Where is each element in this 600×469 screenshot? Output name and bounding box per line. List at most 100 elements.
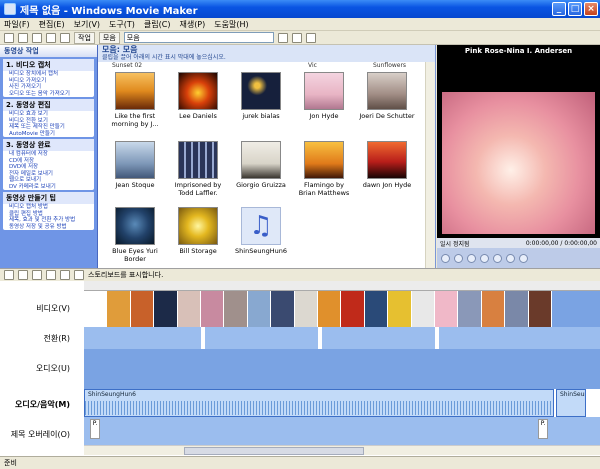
playback-time: 0:00:00,00 / 0:00:00,00 [525,239,597,247]
video-clip[interactable] [294,291,318,327]
collection-item[interactable]: Blue Eyes Yuri Border [106,207,164,263]
task-section-edit: 2. 동영상 편집 비디오 효과 보기 비디오 전환 보기 제목 또는 제작진 … [3,99,94,137]
toolbar: 작업 모음 모음 [0,31,600,45]
transition-marker[interactable] [318,327,322,349]
collection-item[interactable]: Bill Storage [169,207,227,255]
new-project-icon[interactable] [4,32,14,43]
collection-item[interactable]: dawn Jon Hyde [358,141,416,189]
collection-item[interactable]: jurek bialas [232,72,290,120]
menu-file[interactable]: 파일(F) [4,19,30,30]
task-section-title[interactable]: 3. 동영상 완료 [3,139,94,151]
video-clip[interactable] [364,291,389,327]
views-icon[interactable] [305,32,316,43]
menu-help[interactable]: 도움말(H) [214,19,248,30]
task-link[interactable]: 동영상 저장 및 공유 방법 [3,224,94,231]
title-clip[interactable]: P. [90,419,100,439]
video-clip[interactable] [271,291,295,327]
transition-track[interactable] [84,327,600,349]
snapshot-icon[interactable] [519,253,528,263]
audio-clip[interactable]: ShinSeungHun6 [84,389,554,417]
time-ruler[interactable] [84,281,600,291]
collections-button[interactable]: 모음 [98,31,120,44]
video-clip[interactable] [154,291,178,327]
tasks-button[interactable]: 작업 [74,31,95,44]
video-track[interactable] [84,291,600,327]
menu-edit[interactable]: 편집(E) [39,19,65,30]
collection-item[interactable]: Imprisoned by Todd Laffler. [169,141,227,197]
video-clip[interactable] [224,291,248,327]
zoom-in-icon[interactable] [32,270,42,280]
rewind-icon[interactable] [60,270,70,280]
split-icon[interactable] [506,253,515,263]
menu-tools[interactable]: 도구(T) [109,19,135,30]
task-section-title[interactable]: 1. 비디오 캡처 [3,59,94,71]
open-project-icon[interactable] [18,32,28,43]
video-clip[interactable] [411,291,435,327]
clip-caption: jurek bialas [242,112,280,120]
minimize-button[interactable]: _ [552,2,566,16]
collection-item[interactable]: Giorgio Gruizza [232,141,290,189]
video-clip[interactable] [177,291,201,327]
next-frame-icon[interactable] [480,253,489,263]
fullscreen-icon[interactable] [493,253,502,263]
task-link[interactable]: DV 카메라로 보내기 [3,184,94,191]
collection-item[interactable]: Flamingo by Brian Matthews [295,141,353,197]
video-clip[interactable] [107,291,131,327]
save-project-icon[interactable] [32,32,42,43]
narrate-icon[interactable] [18,270,28,280]
video-clip[interactable] [528,291,552,327]
play-icon[interactable] [441,253,450,263]
app-icon [4,3,16,15]
task-link[interactable]: AutoMovie 만들기 [3,131,94,138]
redo-icon[interactable] [60,32,70,43]
video-clip[interactable] [481,291,506,327]
zoom-out-icon[interactable] [46,270,56,280]
video-clip[interactable] [341,291,365,327]
collection-item[interactable]: Like the first morning by J... [106,72,164,128]
video-clip[interactable] [318,291,342,327]
audio-clip[interactable]: ShinSeungHun6 [556,389,586,417]
close-button[interactable]: × [584,2,598,16]
title-clip[interactable]: P. [538,419,548,439]
video-clip[interactable] [458,291,482,327]
show-storyboard-button[interactable]: 스토리보드를 표시합니다. [88,270,163,280]
video-clip[interactable] [84,291,108,327]
new-folder-icon[interactable] [291,32,302,43]
task-section-capture: 1. 비디오 캡처 비디오 장치에서 캡처 비디오 가져오기 사진 가져오기 오… [3,59,94,97]
transition-marker[interactable] [435,327,439,349]
maximize-button[interactable]: □ [568,2,582,16]
video-clip[interactable] [247,291,272,327]
previous-frame-icon[interactable] [467,253,476,263]
undo-icon[interactable] [46,32,56,43]
timeline-scrollbar[interactable] [84,445,600,455]
play-timeline-icon[interactable] [74,270,84,280]
task-section-title[interactable]: 2. 동영상 편집 [3,99,94,111]
menu-play[interactable]: 재생(P) [179,19,205,30]
collection-scrollbar[interactable] [425,62,435,268]
track-video-label[interactable]: 비디오(V) [0,303,84,314]
menu-view[interactable]: 보기(V) [74,19,100,30]
collection-title: 모음: 모음 [102,45,138,54]
task-section-title[interactable]: 동영상 만들기 팁 [3,192,94,204]
collection-dropdown[interactable]: 모음 [123,32,274,43]
collection-item[interactable]: Jean Stoque [106,141,164,189]
set-audio-levels-icon[interactable] [4,270,14,280]
scrollbar-thumb[interactable] [184,447,364,455]
transition-marker[interactable] [201,327,205,349]
video-clip[interactable] [505,291,529,327]
collection-item[interactable]: ♫ ShinSeungHun6 [232,207,290,255]
title-overlay-track[interactable]: P. P. [84,417,600,445]
video-clip[interactable] [201,291,225,327]
up-folder-icon[interactable] [277,32,288,43]
audio-track[interactable] [84,349,600,389]
collection-item[interactable]: Jon Hyde [295,72,353,120]
collection-item[interactable]: Lee Daniels [169,72,227,120]
video-clip[interactable] [388,291,412,327]
video-clip[interactable] [130,291,155,327]
task-link[interactable]: 오디오 또는 음악 가져오기 [3,91,94,98]
audio-music-track[interactable]: ShinSeungHun6 ShinSeungHun6 [84,389,600,417]
stop-icon[interactable] [454,253,463,263]
menu-clip[interactable]: 클립(C) [144,19,171,30]
collection-item[interactable]: Joeri De Schutter [358,72,416,120]
video-clip[interactable] [435,291,459,327]
